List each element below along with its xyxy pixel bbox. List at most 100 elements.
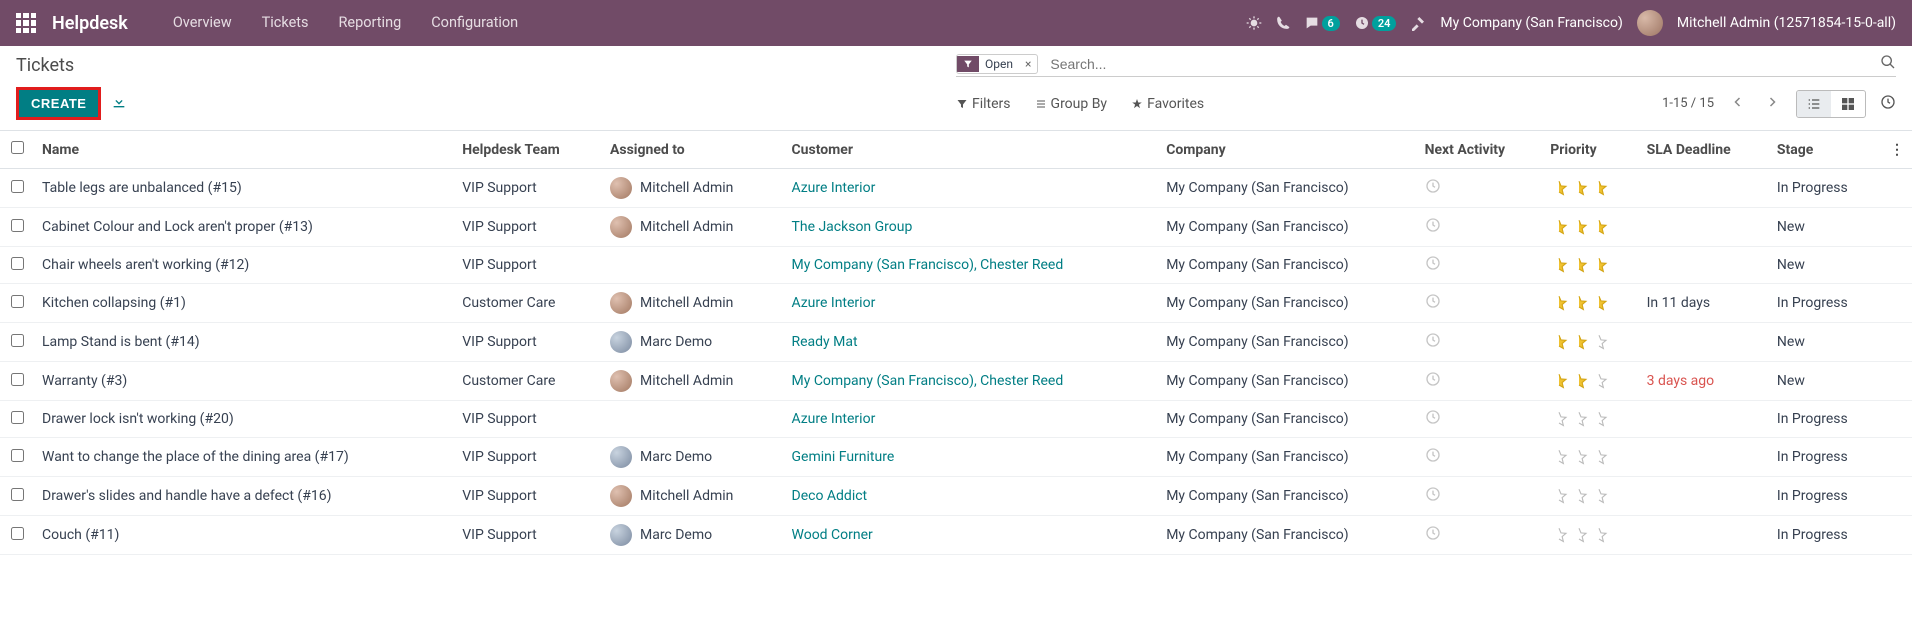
user-avatar[interactable] — [1637, 10, 1663, 36]
cell-customer[interactable]: Ready Mat — [784, 323, 1159, 362]
pager-prev-icon[interactable] — [1728, 92, 1748, 116]
row-checkbox[interactable] — [0, 477, 34, 516]
row-checkbox[interactable] — [0, 208, 34, 247]
cell-activity — [1417, 323, 1543, 362]
phone-icon[interactable] — [1276, 16, 1290, 30]
row-checkbox[interactable] — [0, 169, 34, 208]
cell-customer[interactable]: Azure Interior — [784, 169, 1159, 208]
favorites-button[interactable]: Favorites — [1131, 96, 1204, 112]
table-row[interactable]: Table legs are unbalanced (#15)VIP Suppo… — [0, 169, 1912, 208]
priority-stars[interactable] — [1550, 372, 1630, 390]
company-selector[interactable]: My Company (San Francisco) — [1440, 15, 1622, 31]
nav-tickets[interactable]: Tickets — [247, 0, 324, 46]
priority-stars[interactable] — [1550, 179, 1630, 197]
cell-customer[interactable]: Azure Interior — [784, 284, 1159, 323]
col-sla[interactable]: SLA Deadline — [1639, 131, 1769, 169]
row-checkbox[interactable] — [0, 401, 34, 438]
clock-icon[interactable] — [1425, 336, 1441, 352]
pager-text[interactable]: 1-15 / 15 — [1662, 96, 1714, 111]
table-row[interactable]: Lamp Stand is bent (#14)VIP SupportMarc … — [0, 323, 1912, 362]
apps-menu-icon[interactable] — [16, 13, 36, 33]
cell-customer[interactable]: My Company (San Francisco), Chester Reed — [784, 362, 1159, 401]
cell-team: VIP Support — [454, 477, 602, 516]
user-menu[interactable]: Mitchell Admin (12571854-15-0-all) — [1677, 15, 1896, 31]
priority-stars[interactable] — [1550, 256, 1630, 274]
priority-stars[interactable] — [1550, 218, 1630, 236]
cell-customer[interactable]: Gemini Furniture — [784, 438, 1159, 477]
filters-button[interactable]: Filters — [956, 96, 1011, 112]
cell-assigned: Mitchell Admin — [602, 208, 784, 247]
priority-stars[interactable] — [1550, 410, 1630, 428]
row-checkbox[interactable] — [0, 362, 34, 401]
priority-stars[interactable] — [1550, 333, 1630, 351]
row-checkbox[interactable] — [0, 323, 34, 362]
search-icon[interactable] — [1880, 54, 1896, 74]
search-input[interactable] — [1046, 54, 1872, 74]
priority-stars[interactable] — [1550, 526, 1630, 544]
row-checkbox[interactable] — [0, 247, 34, 284]
clock-icon[interactable] — [1425, 259, 1441, 275]
col-activity[interactable]: Next Activity — [1417, 131, 1543, 169]
col-priority[interactable]: Priority — [1542, 131, 1638, 169]
download-icon[interactable] — [111, 94, 127, 114]
table-row[interactable]: Warranty (#3)Customer CareMitchell Admin… — [0, 362, 1912, 401]
cell-priority — [1542, 169, 1638, 208]
cell-team: VIP Support — [454, 438, 602, 477]
tickets-table: Name Helpdesk Team Assigned to Customer … — [0, 130, 1912, 555]
table-row[interactable]: Couch (#11)VIP SupportMarc DemoWood Corn… — [0, 516, 1912, 555]
nav-overview[interactable]: Overview — [158, 0, 247, 46]
table-row[interactable]: Chair wheels aren't working (#12)VIP Sup… — [0, 247, 1912, 284]
view-kanban-icon[interactable] — [1831, 91, 1865, 117]
clock-icon[interactable] — [1425, 297, 1441, 313]
col-company[interactable]: Company — [1158, 131, 1416, 169]
priority-stars[interactable] — [1550, 448, 1630, 466]
clock-icon[interactable] — [1425, 451, 1441, 467]
bug-icon[interactable] — [1246, 15, 1262, 31]
table-row[interactable]: Drawer lock isn't working (#20)VIP Suppo… — [0, 401, 1912, 438]
table-row[interactable]: Cabinet Colour and Lock aren't proper (#… — [0, 208, 1912, 247]
cell-name: Couch (#11) — [34, 516, 454, 555]
create-button[interactable]: CREATE — [19, 90, 98, 117]
view-list-icon[interactable] — [1797, 91, 1831, 117]
app-brand[interactable]: Helpdesk — [52, 13, 128, 34]
optional-columns-icon[interactable]: ⋮ — [1882, 131, 1912, 169]
cell-assigned — [602, 401, 784, 438]
cell-sla — [1639, 516, 1769, 555]
col-customer[interactable]: Customer — [784, 131, 1159, 169]
cell-customer[interactable]: My Company (San Francisco), Chester Reed — [784, 247, 1159, 284]
row-checkbox[interactable] — [0, 438, 34, 477]
table-row[interactable]: Kitchen collapsing (#1)Customer CareMitc… — [0, 284, 1912, 323]
row-checkbox[interactable] — [0, 516, 34, 555]
view-activity-icon[interactable] — [1880, 94, 1896, 114]
priority-stars[interactable] — [1550, 487, 1630, 505]
clock-icon[interactable] — [1425, 221, 1441, 237]
clock-icon[interactable] — [1425, 490, 1441, 506]
row-checkbox[interactable] — [0, 284, 34, 323]
nav-configuration[interactable]: Configuration — [416, 0, 533, 46]
pager-next-icon[interactable] — [1762, 92, 1782, 116]
facet-remove-icon[interactable]: × — [1019, 55, 1037, 73]
nav-reporting[interactable]: Reporting — [324, 0, 417, 46]
cell-customer[interactable]: Azure Interior — [784, 401, 1159, 438]
col-team[interactable]: Helpdesk Team — [454, 131, 602, 169]
groupby-button[interactable]: Group By — [1035, 96, 1108, 112]
clock-icon[interactable] — [1425, 529, 1441, 545]
messages-icon[interactable]: 6 — [1304, 15, 1340, 31]
cell-customer[interactable]: The Jackson Group — [784, 208, 1159, 247]
cell-customer[interactable]: Wood Corner — [784, 516, 1159, 555]
clock-icon[interactable] — [1425, 182, 1441, 198]
col-name[interactable]: Name — [34, 131, 454, 169]
col-assigned[interactable]: Assigned to — [602, 131, 784, 169]
assignee-name: Mitchell Admin — [640, 488, 733, 504]
priority-stars[interactable] — [1550, 294, 1630, 312]
col-stage[interactable]: Stage — [1769, 131, 1882, 169]
tools-icon[interactable] — [1410, 15, 1426, 31]
clock-icon[interactable] — [1425, 413, 1441, 429]
clock-icon[interactable] — [1425, 375, 1441, 391]
cell-customer[interactable]: Deco Addict — [784, 477, 1159, 516]
table-row[interactable]: Drawer's slides and handle have a defect… — [0, 477, 1912, 516]
cell-name: Warranty (#3) — [34, 362, 454, 401]
activities-icon[interactable]: 24 — [1354, 15, 1397, 31]
table-row[interactable]: Want to change the place of the dining a… — [0, 438, 1912, 477]
select-all-checkbox[interactable] — [0, 131, 34, 169]
